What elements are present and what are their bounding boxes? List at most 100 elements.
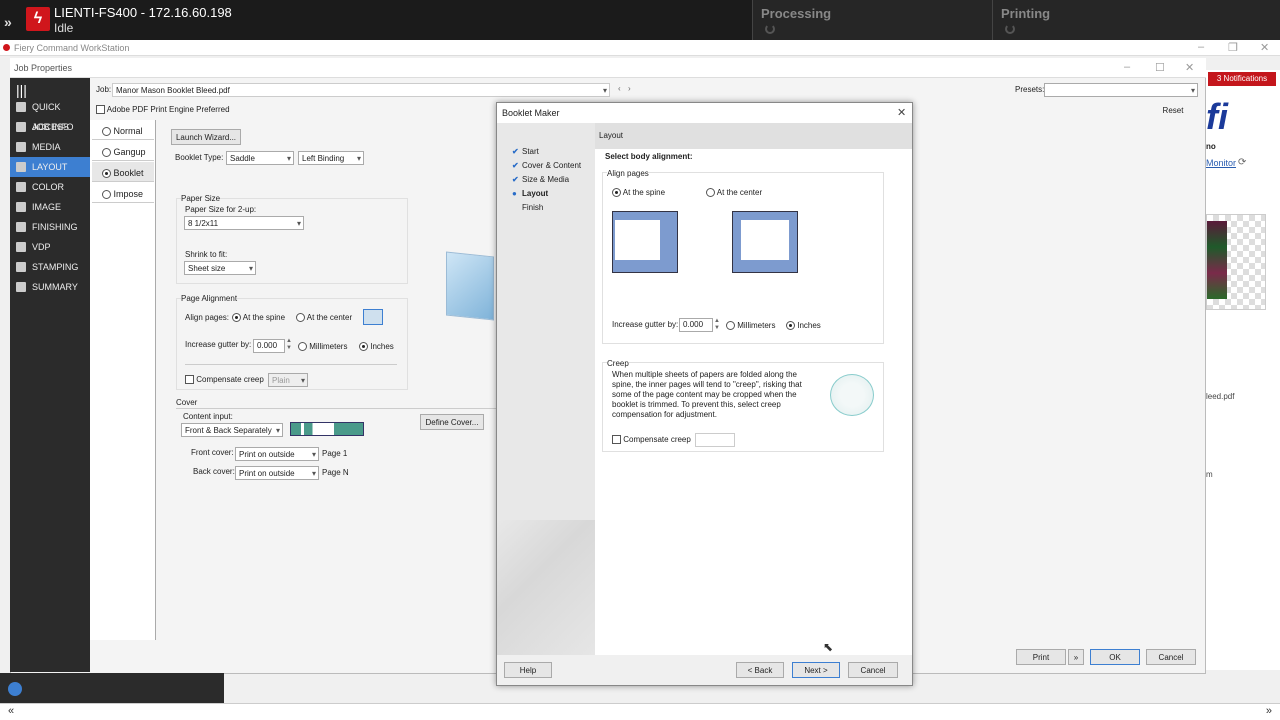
- center-alignment-preview[interactable]: [732, 211, 798, 273]
- align-center-option[interactable]: At the center: [296, 313, 352, 323]
- close-icon[interactable]: ✕: [1260, 41, 1269, 54]
- launch-wizard-button[interactable]: Launch Wizard...: [171, 129, 241, 145]
- front-cover-select[interactable]: Print on outside: [235, 447, 319, 461]
- job-select[interactable]: Manor Mason Booklet Bleed.pdf: [112, 83, 610, 97]
- cover-layout-icon: [290, 422, 364, 436]
- layout-option-impose[interactable]: Impose: [92, 183, 154, 203]
- content-input-select[interactable]: Front & Back Separately: [181, 423, 283, 437]
- dlg-inches-radio[interactable]: [786, 321, 795, 331]
- gutter-inches-radio[interactable]: [359, 342, 368, 352]
- processing-section[interactable]: Processing: [752, 0, 992, 40]
- restore-icon[interactable]: ❐: [1228, 41, 1238, 54]
- gutter-mm-option[interactable]: Millimeters: [298, 342, 347, 352]
- align-spine-option[interactable]: At the spine: [232, 313, 285, 323]
- dlg-gutter-stepper-icon[interactable]: ▲ ▼: [714, 318, 720, 332]
- align-center-radio[interactable]: [296, 313, 305, 323]
- define-cover-button[interactable]: Define Cover...: [420, 414, 484, 430]
- layout-option-radio[interactable]: [102, 127, 111, 137]
- jp-close-icon[interactable]: ✕: [1185, 61, 1194, 74]
- gutter-stepper-icon[interactable]: ▲ ▼: [286, 338, 292, 352]
- scroll-left-icon[interactable]: «: [8, 705, 14, 717]
- cancel-button[interactable]: Cancel: [1146, 649, 1196, 665]
- wizard-step-layout[interactable]: ● Layout: [512, 189, 548, 198]
- dlg-compensate-checkbox[interactable]: [612, 435, 621, 445]
- dlg-center-option[interactable]: At the center: [706, 188, 762, 198]
- help-button[interactable]: Help: [504, 662, 552, 678]
- back-button[interactable]: < Back: [736, 662, 784, 678]
- expand-chevron-icon[interactable]: »: [4, 14, 12, 30]
- notifications-badge[interactable]: 3 Notifications: [1208, 72, 1276, 86]
- dlg-compensate-label: Compensate creep: [623, 435, 691, 444]
- dlg-inches-option[interactable]: Inches: [786, 321, 821, 331]
- binding-select[interactable]: Left Binding: [298, 151, 364, 165]
- sidebar-item-media[interactable]: MEDIA: [10, 137, 90, 157]
- dlg-spine-option[interactable]: At the spine: [612, 188, 665, 198]
- dlg-creep-value-input[interactable]: [695, 433, 735, 447]
- print-menu-chevron-icon[interactable]: »: [1068, 649, 1084, 665]
- gutter-mm-radio[interactable]: [298, 342, 307, 352]
- wizard-step-cover-content[interactable]: ✔ Cover & Content: [512, 161, 581, 170]
- search-icon[interactable]: [8, 682, 22, 696]
- server-name: LIENTI-FS400 - 172.16.60.198: [54, 5, 232, 20]
- wizard-step-finish[interactable]: Finish: [512, 203, 543, 212]
- creep-method-select[interactable]: Plain: [268, 373, 308, 387]
- sidebar-item-job-info[interactable]: JOB INFO: [10, 117, 90, 137]
- refresh-icon[interactable]: ⟳: [1238, 157, 1246, 168]
- prev-job-icon[interactable]: ‹: [618, 84, 621, 93]
- dlg-spine-radio[interactable]: [612, 188, 621, 198]
- page-alignment-group-label: Page Alignment: [181, 294, 238, 303]
- spine-alignment-preview[interactable]: [612, 211, 678, 273]
- printing-section[interactable]: Printing: [992, 0, 1280, 40]
- dialog-cancel-button[interactable]: Cancel: [848, 662, 898, 678]
- minimize-icon[interactable]: –: [1198, 41, 1204, 53]
- wizard-step-size-media[interactable]: ✔ Size & Media: [512, 175, 569, 184]
- shrink-select[interactable]: Sheet size: [184, 261, 256, 275]
- sidebar-item-color[interactable]: COLOR: [10, 177, 90, 197]
- checkmark-icon: ✔: [512, 161, 519, 170]
- dlg-mm-option[interactable]: Millimeters: [726, 321, 775, 331]
- sidebar-item-summary[interactable]: SUMMARY: [10, 277, 90, 297]
- compensate-creep-checkbox[interactable]: [185, 375, 194, 385]
- layout-option-radio[interactable]: [102, 190, 111, 200]
- presets-select[interactable]: [1044, 83, 1198, 97]
- dlg-mm-radio[interactable]: [726, 321, 735, 331]
- pdf-engine-row[interactable]: Adobe PDF Print Engine Preferred: [96, 105, 230, 115]
- align-spine-radio[interactable]: [232, 313, 241, 323]
- layout-option-normal[interactable]: Normal: [92, 120, 154, 140]
- pdf-engine-checkbox[interactable]: [96, 105, 105, 115]
- reset-button[interactable]: Reset: [1150, 103, 1196, 119]
- dlg-compensate-row[interactable]: Compensate creep: [612, 435, 691, 445]
- compensate-creep-row[interactable]: Compensate creep: [185, 375, 264, 385]
- jp-maximize-icon[interactable]: ☐: [1155, 61, 1165, 74]
- sidebar-item-quick-access[interactable]: QUICK ACCESS: [10, 97, 90, 132]
- sidebar-item-stamping[interactable]: STAMPING: [10, 257, 90, 277]
- print-button[interactable]: Print: [1016, 649, 1066, 665]
- wizard-step-label: Cover & Content: [522, 161, 582, 170]
- ok-button[interactable]: OK: [1090, 649, 1140, 665]
- layout-option-booklet[interactable]: Booklet: [92, 162, 154, 182]
- wizard-step-start[interactable]: ✔ Start: [512, 147, 539, 156]
- layout-option-radio[interactable]: [102, 148, 111, 158]
- gutter-input[interactable]: 0.000: [253, 339, 285, 353]
- back-cover-select[interactable]: Print on outside: [235, 466, 319, 480]
- booklet-type-select[interactable]: Saddle: [226, 151, 294, 165]
- layout-option-radio[interactable]: [102, 169, 111, 179]
- sidebar-item-layout[interactable]: LAYOUT: [10, 157, 90, 177]
- paper-size-select[interactable]: 8 1/2x11: [184, 216, 304, 230]
- next-button[interactable]: Next >: [792, 662, 840, 678]
- job-properties-title: Job Properties: [14, 63, 73, 73]
- cws-app-icon: [3, 44, 10, 51]
- dlg-center-radio[interactable]: [706, 188, 715, 198]
- sidebar-item-image[interactable]: IMAGE: [10, 197, 90, 217]
- gutter-inches-option[interactable]: Inches: [359, 342, 394, 352]
- sidebar-item-vdp[interactable]: VDP: [10, 237, 90, 257]
- layout-option-gangup[interactable]: Gangup: [92, 141, 154, 161]
- sidebar-item-finishing[interactable]: FINISHING: [10, 217, 90, 237]
- scroll-right-icon[interactable]: »: [1266, 705, 1272, 717]
- dialog-close-icon[interactable]: ✕: [897, 106, 906, 119]
- dlg-gutter-input[interactable]: 0.000: [679, 318, 713, 332]
- menu-icon[interactable]: |||: [16, 82, 27, 98]
- jp-minimize-icon[interactable]: –: [1124, 61, 1130, 73]
- next-job-icon[interactable]: ›: [628, 84, 631, 93]
- monitor-link[interactable]: Monitor: [1206, 158, 1236, 168]
